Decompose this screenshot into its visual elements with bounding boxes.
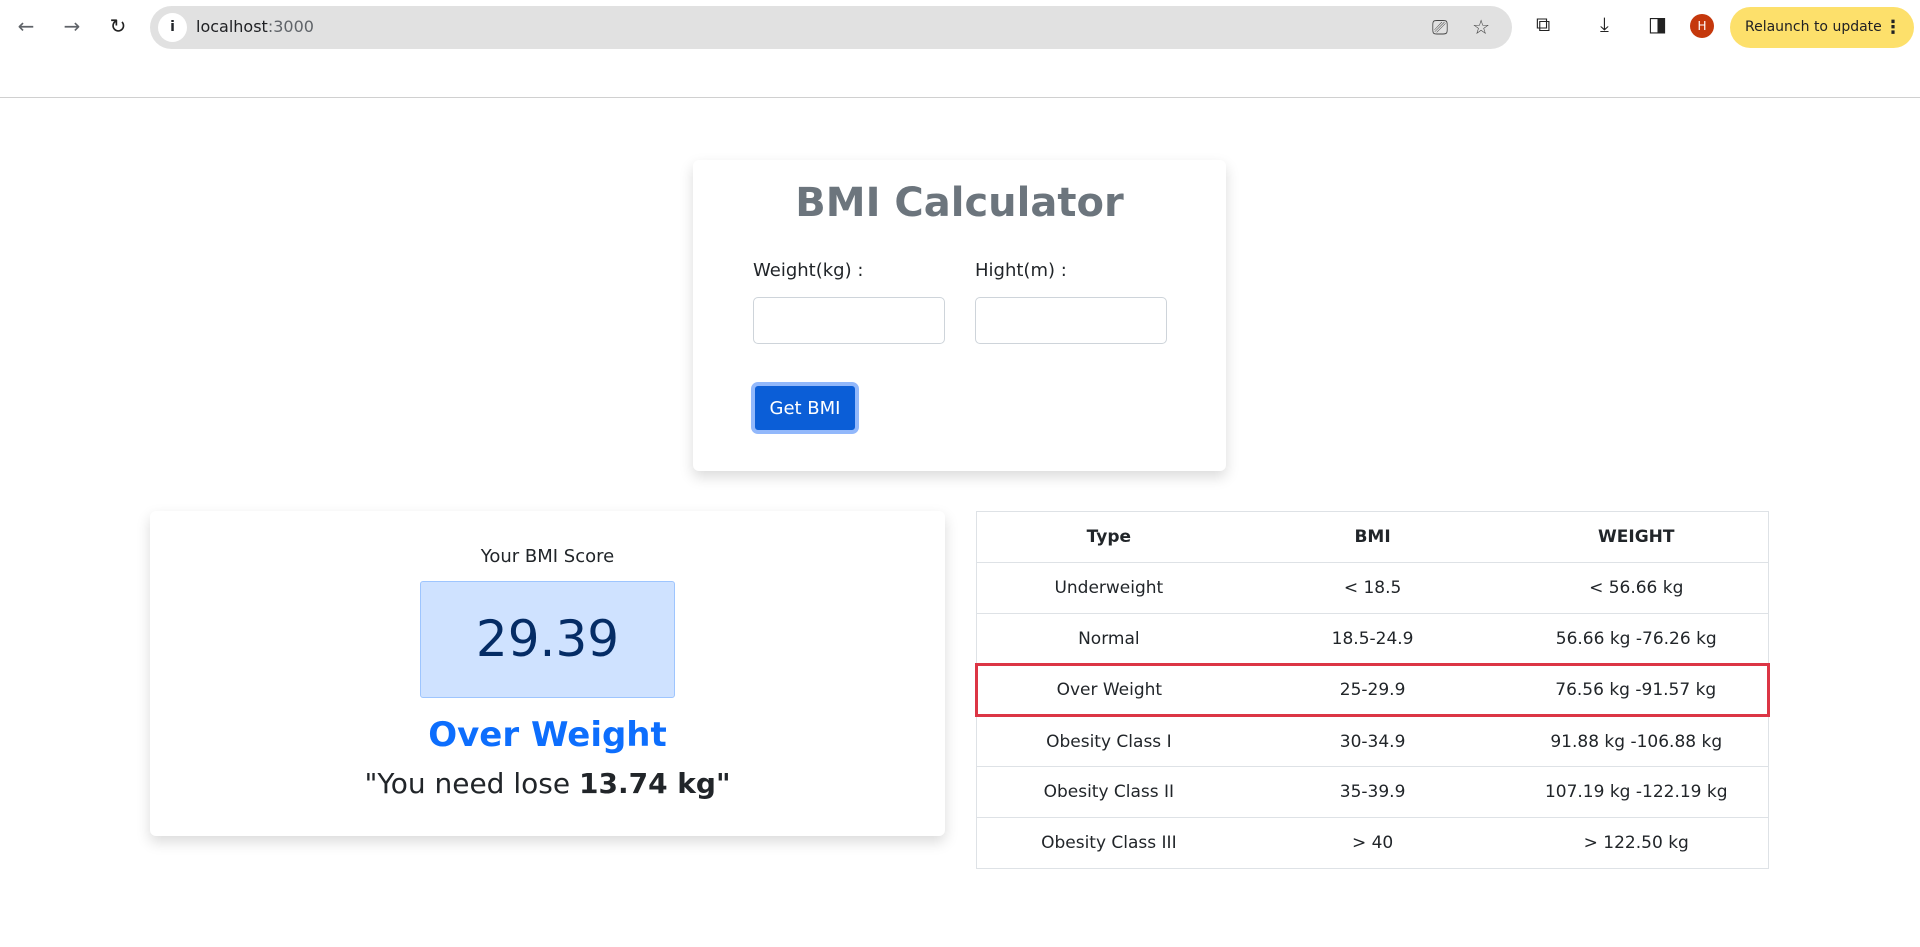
url-text[interactable]: localhost:3000: [196, 17, 314, 36]
header-bmi: BMI: [1240, 511, 1505, 563]
cell-weight: > 122.50 kg: [1504, 817, 1769, 869]
browser-toolbar: ← → ↻ i localhost:3000 ⎚ ☆ ⧉ ⤓ ◨ H Relau…: [0, 0, 1920, 98]
bmi-table: Type BMI WEIGHT Underweight < 18.5 < 56.66…: [974, 511, 1771, 869]
table-row: Underweight < 18.5 < 56.66 kg: [976, 562, 1769, 614]
cell-bmi: 30-34.9: [1240, 715, 1505, 767]
height-label: Hight(m) :: [975, 260, 1067, 281]
weight-label: Weight(kg) :: [753, 260, 864, 281]
reload-icon[interactable]: ↻: [104, 14, 132, 38]
cell-weight: < 56.66 kg: [1504, 562, 1769, 614]
advice-text: "You need lose 13.74 kg": [150, 767, 945, 800]
relaunch-button[interactable]: Relaunch to update ⋮: [1730, 7, 1914, 48]
url-port: :3000: [267, 17, 314, 36]
cell-type: Obesity Class III: [976, 817, 1241, 869]
download-icon[interactable]: ⤓: [1600, 12, 1609, 36]
table-row: Over Weight 25-29.9 76.56 kg -91.57 kg: [974, 663, 1771, 717]
score-label: Your BMI Score: [480, 546, 615, 567]
url-host: localhost: [196, 17, 268, 36]
cell-bmi: > 40: [1240, 817, 1505, 869]
cell-bmi: 18.5-24.9: [1240, 613, 1505, 665]
forward-icon[interactable]: →: [58, 14, 86, 38]
table-row: Obesity Class I 30-34.9 91.88 kg -106.88 k…: [976, 715, 1769, 767]
bookmark-star-icon[interactable]: ☆: [1472, 15, 1490, 39]
bmi-calculator-card: BMI Calculator Weight(kg) : Hight(m) : G…: [693, 160, 1226, 471]
cell-weight: 107.19 kg -122.19 kg: [1504, 766, 1769, 818]
cell-bmi: < 18.5: [1240, 562, 1505, 614]
menu-icon[interactable]: ⋮: [1884, 7, 1902, 48]
cell-weight: 56.66 kg -76.26 kg: [1504, 613, 1769, 665]
header-type: Type: [976, 511, 1241, 563]
install-app-icon[interactable]: ⎚: [1432, 15, 1448, 39]
height-input[interactable]: [975, 297, 1167, 344]
address-bar[interactable]: i localhost:3000 ⎚ ☆: [150, 6, 1512, 49]
extensions-icon[interactable]: ⧉: [1536, 12, 1550, 36]
get-bmi-button[interactable]: Get BMI: [751, 382, 859, 434]
cell-weight: 91.88 kg -106.88 kg: [1504, 715, 1769, 767]
table-header-row: Type BMI WEIGHT: [976, 511, 1769, 563]
table-row: Normal 18.5-24.9 56.66 kg -76.26 kg: [976, 613, 1769, 665]
relaunch-label: Relaunch to update: [1745, 19, 1882, 35]
header-weight: WEIGHT: [1504, 511, 1769, 563]
side-panel-icon[interactable]: ◨: [1648, 12, 1667, 36]
cell-type: Obesity Class II: [976, 766, 1241, 818]
cell-bmi: 35-39.9: [1240, 766, 1505, 818]
bmi-status: Over Weight: [428, 715, 667, 755]
cell-type: Normal: [976, 613, 1241, 665]
cell-type: Over Weight: [974, 663, 1241, 717]
weight-input[interactable]: [753, 297, 945, 344]
cell-type: Obesity Class I: [976, 715, 1241, 767]
bmi-result-card: Your BMI Score 29.39 Over Weight "You ne…: [150, 511, 945, 836]
site-info-icon[interactable]: i: [158, 13, 187, 42]
advice-suffix: ": [715, 767, 731, 800]
bmi-score: 29.39: [420, 581, 675, 698]
advice-prefix: "You need lose: [364, 767, 579, 800]
cell-type: Underweight: [976, 562, 1241, 614]
table-row: Obesity Class III > 40 > 122.50 kg: [976, 817, 1769, 869]
advice-amount: 13.74 kg: [578, 767, 716, 800]
cell-weight: 76.56 kg -91.57 kg: [1504, 663, 1771, 717]
back-icon[interactable]: ←: [12, 14, 40, 38]
profile-avatar[interactable]: H: [1690, 14, 1714, 38]
page-title: BMI Calculator: [795, 180, 1124, 226]
cell-bmi: 25-29.9: [1240, 663, 1505, 717]
table-row: Obesity Class II 35-39.9 107.19 kg -122.19…: [976, 766, 1769, 818]
